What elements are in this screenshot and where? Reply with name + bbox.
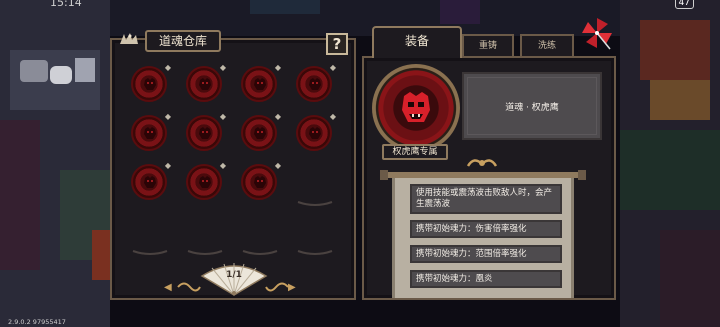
scroll-knot-icon xyxy=(466,159,498,167)
soul-slot[interactable]: ◆ xyxy=(186,161,226,202)
slot-badge-icon: ◆ xyxy=(164,63,171,72)
tab-equip[interactable]: 装备 xyxy=(372,26,462,58)
prev-page-button[interactable]: ◀ xyxy=(164,282,172,293)
effect-entry: 携带初始魂力：伤害倍率强化 xyxy=(410,220,562,238)
soul-orb xyxy=(131,164,167,200)
slot-badge-icon: ◆ xyxy=(329,112,336,121)
soul-slot[interactable]: ◆ xyxy=(131,112,171,153)
slot-badge-icon: ◆ xyxy=(164,112,171,121)
slot-badge-icon: ◆ xyxy=(164,161,171,170)
demon-mask-icon xyxy=(144,78,156,90)
soul-orb xyxy=(296,115,332,151)
soul-orb xyxy=(186,115,222,151)
effect-entry: 携带初始魂力：范围倍率强化 xyxy=(410,245,562,263)
status-time: 15:14 xyxy=(50,0,82,9)
demon-mask-icon xyxy=(254,127,266,139)
title-ornament-icon xyxy=(120,33,138,44)
version-label: 2.9.0.2 97955417 xyxy=(8,318,66,326)
storage-title: 道魂仓库 xyxy=(145,30,221,52)
soul-slot[interactable]: ◆ xyxy=(241,63,281,104)
demon-mask-icon xyxy=(402,92,430,122)
effect-entry: 使用技能或震荡波击败敌人时，会产生震荡波 xyxy=(410,184,562,214)
tab-recast[interactable]: 重铸 xyxy=(462,34,514,56)
tab-refine[interactable]: 洗练 xyxy=(520,34,574,56)
soul-slot[interactable]: ◆ xyxy=(131,63,171,104)
demon-mask-icon xyxy=(309,78,321,90)
effect-entry: 携带初始魂力：凰炎 xyxy=(410,270,562,288)
demon-mask-icon xyxy=(254,176,266,188)
soul-orb xyxy=(241,164,277,200)
soul-slot[interactable]: ◆ xyxy=(296,112,336,153)
soul-orb xyxy=(241,115,277,151)
page-indicator: 1/1 xyxy=(226,270,242,280)
slot-badge-icon: ◆ xyxy=(219,161,226,170)
demon-mask-icon xyxy=(144,176,156,188)
demon-mask-icon xyxy=(199,176,211,188)
slot-badge-icon: ◆ xyxy=(274,112,281,121)
soul-name: 道魂 · 权虎鹰 xyxy=(505,103,559,113)
slot-badge-icon: ◆ xyxy=(219,63,226,72)
demon-mask-icon xyxy=(199,127,211,139)
slot-badge-icon: ◆ xyxy=(329,63,336,72)
soul-slot[interactable]: ◆ xyxy=(186,63,226,104)
soul-orb xyxy=(296,66,332,102)
next-page-button[interactable]: ▶ xyxy=(288,282,296,293)
pinwheel-icon[interactable] xyxy=(580,16,614,50)
soul-orb xyxy=(131,66,167,102)
soul-slot[interactable]: ◆ xyxy=(241,112,281,153)
slot-badge-icon: ◆ xyxy=(274,161,281,170)
empty-soul-slot[interactable] xyxy=(296,241,334,255)
soul-slot[interactable]: ◆ xyxy=(296,63,336,104)
empty-soul-slot[interactable] xyxy=(131,241,169,255)
exclusive-tag: 权虎鹰专属 xyxy=(382,144,448,160)
demon-mask-icon xyxy=(309,127,321,139)
soul-orb xyxy=(186,66,222,102)
soul-orb xyxy=(131,115,167,151)
soul-orb xyxy=(241,66,277,102)
help-button[interactable]: ? xyxy=(326,33,348,55)
empty-soul-slot[interactable] xyxy=(296,192,334,206)
empty-soul-slot[interactable] xyxy=(186,241,224,255)
battery-indicator: 47 xyxy=(674,0,694,9)
demon-mask-icon xyxy=(254,78,266,90)
slot-badge-icon: ◆ xyxy=(219,112,226,121)
empty-soul-slot[interactable] xyxy=(241,241,279,255)
soul-slot[interactable]: ◆ xyxy=(241,161,281,202)
demon-mask-icon xyxy=(199,78,211,90)
slot-badge-icon: ◆ xyxy=(274,63,281,72)
soul-slot[interactable]: ◆ xyxy=(186,112,226,153)
soul-orb xyxy=(186,164,222,200)
demon-mask-icon xyxy=(144,127,156,139)
soul-slot[interactable]: ◆ xyxy=(131,161,171,202)
scroll-ornament-icon xyxy=(265,282,289,292)
scroll-ornament-icon xyxy=(177,282,201,292)
